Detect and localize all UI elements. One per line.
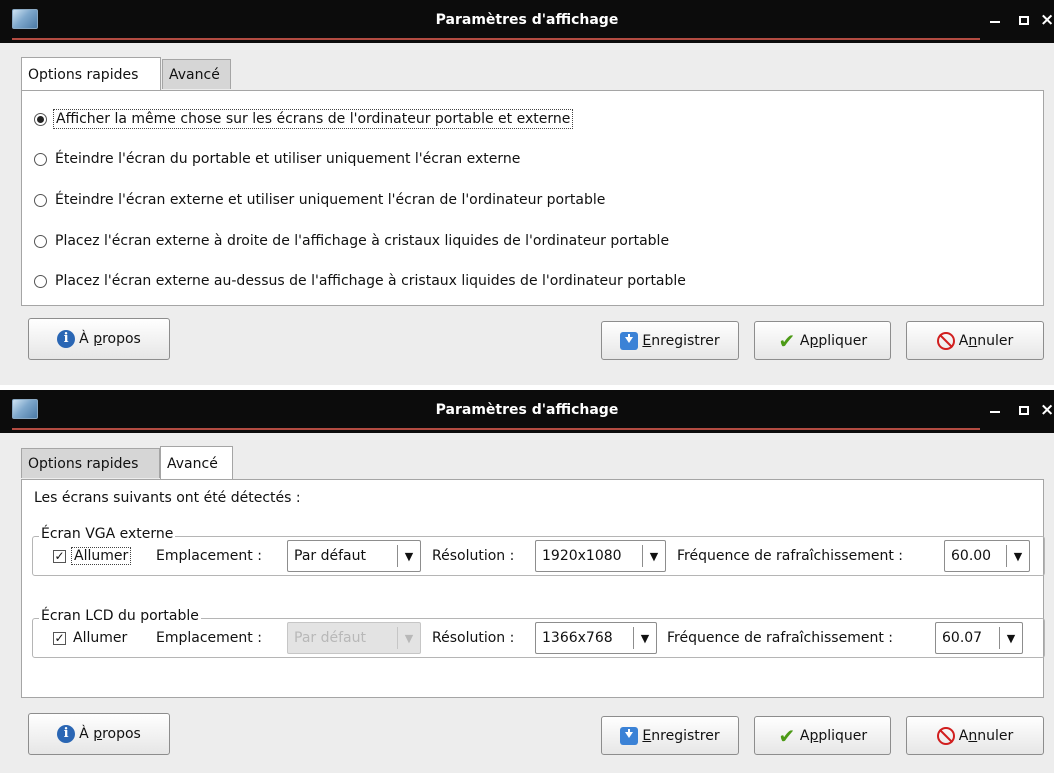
- combo-value: 1366x768: [542, 630, 613, 646]
- refresh-combo-lcd[interactable]: 60.07 ▼: [935, 622, 1023, 654]
- save-button[interactable]: Enregistrer: [601, 321, 739, 360]
- cancel-button[interactable]: Annuler: [906, 716, 1044, 755]
- apply-button-label: Appliquer: [799, 727, 868, 744]
- save-download-icon: [620, 726, 639, 745]
- enable-checkbox-lcd[interactable]: ✓ Allumer: [53, 627, 129, 649]
- screen-group-vga: Écran VGA externe ✓ Allumer Emplacement …: [32, 526, 1045, 576]
- close-icon[interactable]: ×: [1040, 9, 1054, 31]
- checkbox[interactable]: ✓: [53, 549, 66, 563]
- about-button-label: À propos: [79, 331, 141, 347]
- radio-label: Afficher la même chose sur les écrans de…: [53, 109, 574, 129]
- combo-value: 60.00: [951, 548, 992, 564]
- radio-button[interactable]: [34, 112, 47, 126]
- location-combo-lcd: Par défaut ▼: [287, 622, 421, 654]
- title-underline: [12, 428, 980, 430]
- maximize-icon[interactable]: [1014, 11, 1034, 31]
- combo-value: Par défaut: [294, 548, 366, 564]
- radio-label: Éteindre l'écran externe et utiliser uni…: [55, 192, 606, 208]
- refresh-label: Fréquence de rafraîchissement :: [667, 630, 893, 646]
- cancel-button[interactable]: Annuler: [906, 321, 1044, 360]
- minimize-icon[interactable]: [985, 11, 1005, 31]
- minimize-icon[interactable]: [985, 401, 1005, 421]
- display-settings-window-advanced: Paramètres d'affichage × Options rapides…: [0, 390, 1054, 773]
- radio-button[interactable]: [34, 193, 47, 207]
- window-title: Paramètres d'affichage: [435, 402, 619, 418]
- info-icon: i: [57, 330, 76, 348]
- tab-avance[interactable]: Avancé: [162, 59, 231, 89]
- triangle-down-icon: ▼: [404, 549, 414, 563]
- radio-option-external-right[interactable]: Placez l'écran externe à droite de l'aff…: [34, 229, 671, 253]
- radio-button[interactable]: [34, 274, 47, 288]
- triangle-down-icon: ▼: [404, 631, 414, 645]
- title-bar[interactable]: Paramètres d'affichage ×: [0, 390, 1054, 433]
- save-download-icon: [620, 331, 639, 350]
- resolution-label: Résolution :: [432, 548, 515, 564]
- radio-option-laptop-only[interactable]: Éteindre l'écran externe et utiliser uni…: [34, 188, 607, 212]
- apply-button[interactable]: ✔ Appliquer: [754, 716, 891, 755]
- group-title: Écran LCD du portable: [39, 608, 201, 624]
- resolution-label: Résolution :: [432, 630, 515, 646]
- cancel-button-label: Annuler: [958, 727, 1014, 744]
- close-icon[interactable]: ×: [1040, 399, 1054, 421]
- display-settings-window-quick: Paramètres d'affichage × Options rapides…: [0, 0, 1054, 385]
- info-icon: i: [57, 725, 76, 743]
- resolution-combo-vga[interactable]: 1920x1080 ▼: [535, 540, 666, 572]
- checkbox-label: Allumer: [73, 630, 128, 646]
- about-button[interactable]: i À propos: [28, 713, 170, 755]
- combo-value: 1920x1080: [542, 548, 622, 564]
- about-button-label: À propos: [79, 726, 141, 742]
- checkmark-icon: ✔: [778, 723, 796, 748]
- save-button-label: Enregistrer: [642, 332, 720, 349]
- screen-group-lcd: Écran LCD du portable ✓ Allumer Emplacem…: [32, 608, 1045, 658]
- cancel-button-label: Annuler: [958, 332, 1014, 349]
- radio-label: Éteindre l'écran du portable et utiliser…: [55, 151, 521, 167]
- combo-value: Par défaut: [294, 630, 366, 646]
- radio-option-external-above[interactable]: Placez l'écran externe au-dessus de l'af…: [34, 269, 688, 293]
- triangle-down-icon: ▼: [640, 631, 650, 645]
- save-button[interactable]: Enregistrer: [601, 716, 739, 755]
- radio-option-mirror[interactable]: Afficher la même chose sur les écrans de…: [34, 107, 574, 131]
- radio-button[interactable]: [34, 234, 47, 248]
- checkmark-icon: ✔: [778, 328, 796, 353]
- tab-avance[interactable]: Avancé: [160, 446, 233, 479]
- radio-option-external-only[interactable]: Éteindre l'écran du portable et utiliser…: [34, 147, 522, 171]
- about-button[interactable]: i À propos: [28, 318, 170, 360]
- quick-options-panel: Afficher la même chose sur les écrans de…: [21, 90, 1044, 306]
- location-label: Emplacement :: [156, 630, 262, 646]
- save-button-label: Enregistrer: [642, 727, 720, 744]
- resolution-combo-lcd[interactable]: 1366x768 ▼: [535, 622, 657, 654]
- cancel-circle-icon: [936, 331, 955, 350]
- location-combo-vga[interactable]: Par défaut ▼: [287, 540, 421, 572]
- apply-button-label: Appliquer: [799, 332, 868, 349]
- radio-label: Placez l'écran externe au-dessus de l'af…: [55, 273, 686, 289]
- group-title: Écran VGA externe: [39, 526, 176, 542]
- title-underline: [12, 38, 980, 40]
- checkbox[interactable]: ✓: [53, 631, 66, 645]
- detected-screens-text: Les écrans suivants ont été détectés :: [34, 490, 301, 506]
- cancel-circle-icon: [936, 726, 955, 745]
- combo-value: 60.07: [942, 630, 983, 646]
- refresh-label: Fréquence de rafraîchissement :: [677, 548, 903, 564]
- advanced-panel: Les écrans suivants ont été détectés : É…: [21, 479, 1045, 698]
- apply-button[interactable]: ✔ Appliquer: [754, 321, 891, 360]
- enable-checkbox-vga[interactable]: ✓ Allumer: [53, 545, 132, 567]
- triangle-down-icon: ▼: [1013, 549, 1023, 563]
- tab-options-rapides[interactable]: Options rapides: [21, 448, 160, 478]
- triangle-down-icon: ▼: [649, 549, 659, 563]
- refresh-combo-vga[interactable]: 60.00 ▼: [944, 540, 1030, 572]
- radio-button[interactable]: [34, 152, 47, 166]
- triangle-down-icon: ▼: [1006, 631, 1016, 645]
- maximize-icon[interactable]: [1014, 401, 1034, 421]
- window-title: Paramètres d'affichage: [435, 12, 619, 28]
- checkbox-label: Allumer: [71, 547, 132, 565]
- location-label: Emplacement :: [156, 548, 262, 564]
- title-bar[interactable]: Paramètres d'affichage ×: [0, 0, 1054, 43]
- radio-label: Placez l'écran externe à droite de l'aff…: [55, 233, 670, 249]
- tab-options-rapides[interactable]: Options rapides: [21, 57, 161, 90]
